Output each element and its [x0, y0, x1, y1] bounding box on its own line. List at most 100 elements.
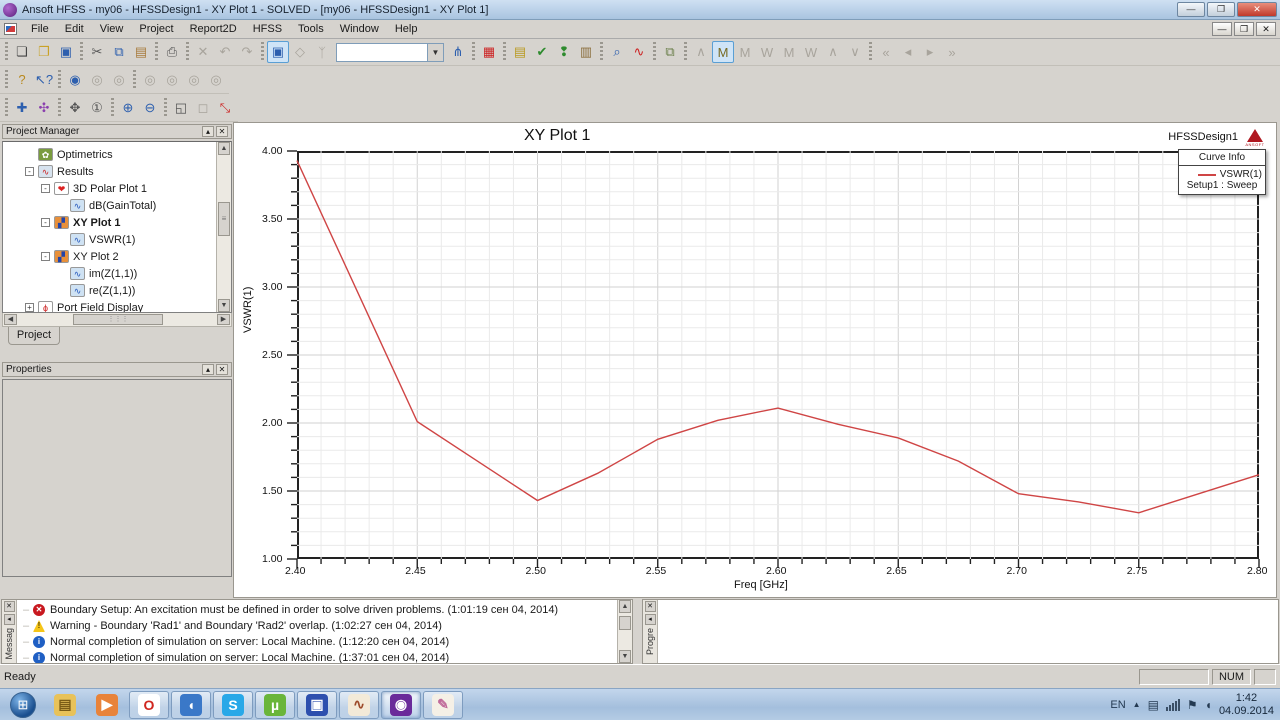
- report-icon[interactable]: ∿: [628, 41, 650, 63]
- curve-info-legend[interactable]: Curve Info VSWR(1) Setup1 : Sweep: [1178, 149, 1266, 195]
- collapse-icon[interactable]: -: [25, 167, 34, 176]
- scrollbar-thumb[interactable]: ≡: [218, 202, 230, 236]
- tab-project[interactable]: Project: [8, 327, 60, 345]
- scroll-down-icon[interactable]: ▼: [619, 650, 631, 663]
- tree-item-xy-plot-1[interactable]: - ▞ XY Plot 1: [3, 214, 215, 231]
- zoom-in-icon[interactable]: ⊕: [117, 97, 139, 119]
- scroll-down-icon[interactable]: ▼: [218, 299, 230, 312]
- max-marker-icon[interactable]: M: [712, 41, 734, 63]
- rotate-icon[interactable]: ①: [86, 97, 108, 119]
- child-minimize-button[interactable]: —: [1212, 22, 1232, 36]
- tree-item-3d-polar-plot-1[interactable]: - ❤ 3D Polar Plot 1: [3, 180, 215, 197]
- zoom-curve-icon[interactable]: ⌕: [606, 41, 628, 63]
- fit-all-icon[interactable]: ◱: [170, 97, 192, 119]
- message-row[interactable]: – i Normal completion of simulation on ser…: [19, 634, 617, 650]
- start-button[interactable]: ⊞: [3, 691, 43, 719]
- menu-view[interactable]: View: [92, 21, 132, 37]
- help-topics-icon[interactable]: ?: [11, 69, 33, 91]
- utorrent-icon[interactable]: µ: [255, 690, 295, 719]
- document-icon[interactable]: [4, 23, 17, 35]
- minimize-button[interactable]: —: [1177, 2, 1205, 17]
- tree-vertical-scrollbar[interactable]: ▲ ≡ ▼: [216, 142, 231, 312]
- action-center-icon[interactable]: ⚑: [1187, 698, 1198, 712]
- mesh-icon[interactable]: ▦: [478, 41, 500, 63]
- close-icon[interactable]: ✕: [644, 601, 656, 612]
- menu-report2d[interactable]: Report2D: [182, 21, 245, 37]
- message-row[interactable]: –! Warning - Boundary 'Rad1' and Boundary…: [19, 618, 617, 634]
- install-tray-icon[interactable]: ▤: [1148, 698, 1159, 712]
- menu-tools[interactable]: Tools: [290, 21, 332, 37]
- menu-window[interactable]: Window: [332, 21, 387, 37]
- opera-icon[interactable]: O: [129, 690, 169, 719]
- message-row[interactable]: – ✕ Boundary Setup: An excitation must be …: [19, 602, 617, 618]
- save-tool-icon[interactable]: ▣: [297, 690, 337, 719]
- close-icon[interactable]: ✕: [216, 126, 228, 137]
- volume-app-icon[interactable]: ◖: [171, 690, 211, 719]
- show-all-icon[interactable]: ◉: [64, 69, 86, 91]
- new-icon[interactable]: ❏: [11, 41, 33, 63]
- copy-icon[interactable]: ⧉: [108, 41, 130, 63]
- scroll-right-icon[interactable]: ▶: [217, 314, 230, 325]
- model-view-icon[interactable]: ▣: [267, 41, 289, 63]
- restore-button[interactable]: ❐: [1207, 2, 1235, 17]
- menu-help[interactable]: Help: [387, 21, 426, 37]
- analyze-icon[interactable]: ❢: [553, 41, 575, 63]
- pan-icon[interactable]: ✥: [64, 97, 86, 119]
- network-signal-icon[interactable]: [1165, 698, 1180, 711]
- child-close-button[interactable]: ✕: [1256, 22, 1276, 36]
- print-icon[interactable]: ⎙: [161, 41, 183, 63]
- show-hidden-icons[interactable]: ▲: [1133, 700, 1141, 709]
- profile-icon[interactable]: ▤: [509, 41, 531, 63]
- context-help-icon[interactable]: ↖?: [33, 69, 55, 91]
- explorer-icon[interactable]: ▤: [45, 691, 85, 719]
- language-indicator[interactable]: EN: [1110, 699, 1125, 711]
- tree-item-vswr-1-[interactable]: ∿ VSWR(1): [3, 231, 215, 248]
- zoom-out-icon[interactable]: ⊖: [139, 97, 161, 119]
- collapse-icon[interactable]: -: [41, 252, 50, 261]
- tree-item-re-z-1-1-[interactable]: ∿ re(Z(1,1)): [3, 282, 215, 299]
- tree-horizontal-scrollbar[interactable]: ◀ ⋮⋮⋮ ▶: [2, 313, 232, 327]
- scroll-left-icon[interactable]: ◀: [4, 314, 17, 325]
- paint-icon[interactable]: ✎: [423, 690, 463, 719]
- message-row[interactable]: – i Normal completion of simulation on ser…: [19, 650, 617, 663]
- potplayer-icon[interactable]: ▶: [87, 691, 127, 719]
- open-icon[interactable]: ❐: [33, 41, 55, 63]
- tree-item-db-gaintotal-[interactable]: ∿ dB(GainTotal): [3, 197, 215, 214]
- paste-icon[interactable]: ▤: [130, 41, 152, 63]
- collapse-icon[interactable]: ◂: [3, 614, 15, 625]
- scroll-up-icon[interactable]: ▲: [218, 142, 230, 155]
- tree-item-xy-plot-2[interactable]: - ▞ XY Plot 2: [3, 248, 215, 265]
- cut-icon[interactable]: ✂: [86, 41, 108, 63]
- orient-icon[interactable]: ✣: [33, 97, 55, 119]
- axes-icon[interactable]: ⤡: [214, 97, 236, 119]
- copy-report-icon[interactable]: ⧉: [659, 41, 681, 63]
- chevron-down-icon[interactable]: ▼: [427, 43, 443, 61]
- tree-item-port-field-display[interactable]: + ɸ Port Field Display: [3, 299, 215, 312]
- collapse-icon[interactable]: -: [41, 184, 50, 193]
- plot-area[interactable]: [287, 150, 1260, 568]
- collapse-icon[interactable]: -: [41, 218, 50, 227]
- sketch-icon[interactable]: ∿: [339, 690, 379, 719]
- menu-project[interactable]: Project: [131, 21, 181, 37]
- speaker-icon[interactable]: ◖: [1205, 698, 1212, 712]
- scrollbar-thumb[interactable]: ⋮⋮⋮: [73, 314, 163, 325]
- menu-hfss[interactable]: HFSS: [245, 21, 290, 37]
- filter-icon[interactable]: ⋔: [447, 41, 469, 63]
- close-icon[interactable]: ✕: [3, 601, 15, 612]
- ansoft-hfss-icon[interactable]: ◉: [381, 690, 421, 719]
- tree-item-im-z-1-1-[interactable]: ∿ im(Z(1,1)): [3, 265, 215, 282]
- boolean-add-icon[interactable]: ✚: [11, 97, 33, 119]
- tree-item-optimetrics[interactable]: ✿ Optimetrics: [3, 146, 215, 163]
- menu-edit[interactable]: Edit: [57, 21, 92, 37]
- message-scrollbar[interactable]: ▲ ▼: [617, 600, 632, 663]
- skype-icon[interactable]: S: [213, 690, 253, 719]
- menu-file[interactable]: File: [23, 21, 57, 37]
- pin-icon[interactable]: ▴: [202, 126, 214, 137]
- tree-item-results[interactable]: - ∿ Results: [3, 163, 215, 180]
- expand-icon[interactable]: +: [25, 303, 34, 312]
- close-icon[interactable]: ✕: [216, 364, 228, 375]
- collapse-icon[interactable]: ◂: [644, 614, 656, 625]
- validate-icon[interactable]: ✔: [531, 41, 553, 63]
- close-button[interactable]: ✕: [1237, 2, 1277, 17]
- save-icon[interactable]: ▣: [55, 41, 77, 63]
